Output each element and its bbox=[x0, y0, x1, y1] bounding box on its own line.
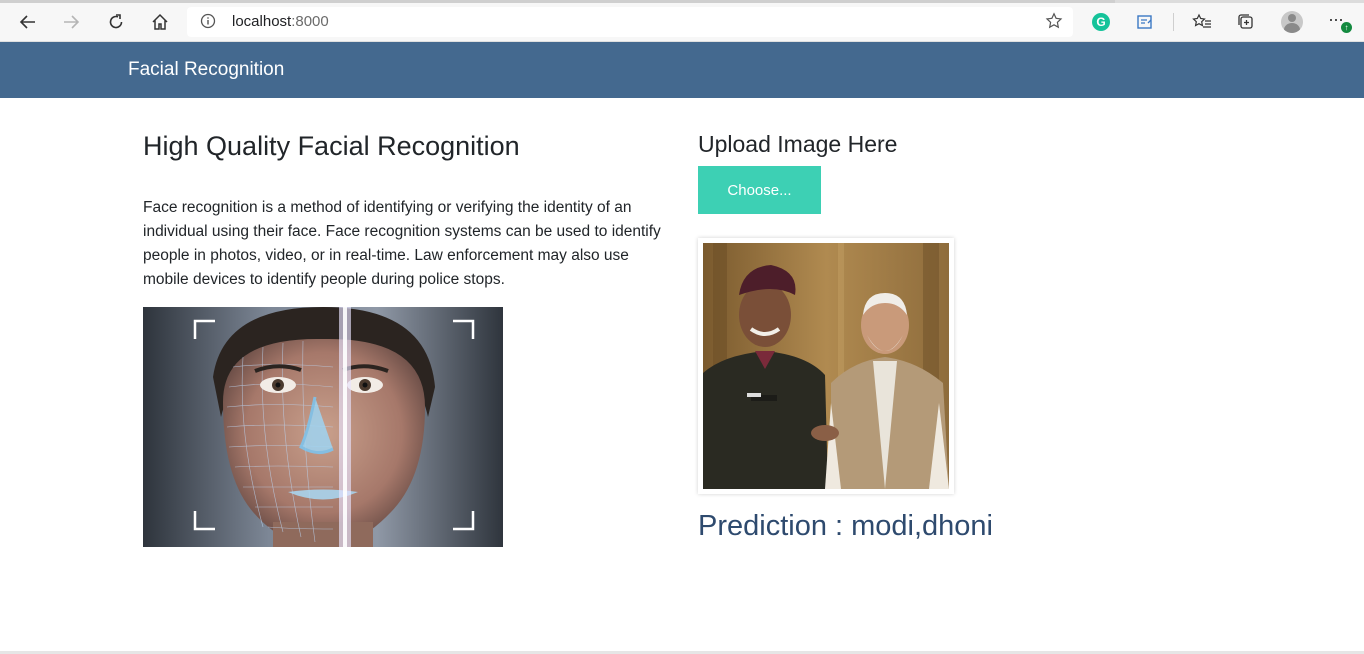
browser-toolbar: localhost:8000 G ··· ↑ bbox=[0, 0, 1364, 42]
tab-strip bbox=[0, 0, 1364, 3]
choose-file-button[interactable]: Choose... bbox=[698, 166, 821, 214]
url-host: localhost bbox=[232, 13, 292, 30]
read-aloud-icon[interactable] bbox=[1134, 11, 1156, 33]
url-port: :8000 bbox=[291, 13, 329, 30]
page-title: High Quality Facial Recognition bbox=[143, 131, 520, 161]
grammarly-icon[interactable]: G bbox=[1090, 11, 1112, 33]
forward-icon[interactable] bbox=[58, 9, 84, 35]
uploaded-photo bbox=[703, 243, 949, 489]
url-text[interactable]: localhost:8000 bbox=[232, 13, 329, 30]
info-icon[interactable] bbox=[200, 13, 216, 29]
profile-icon[interactable] bbox=[1281, 11, 1303, 33]
address-bar[interactable]: localhost:8000 bbox=[187, 7, 1073, 37]
active-tab-indicator bbox=[0, 0, 1115, 3]
update-available-icon: ↑ bbox=[1341, 22, 1352, 33]
back-icon[interactable] bbox=[15, 9, 41, 35]
face-recognition-illustration bbox=[143, 307, 503, 547]
favorites-icon[interactable] bbox=[1191, 11, 1213, 33]
uploaded-image-frame bbox=[698, 238, 954, 494]
favorite-star-icon[interactable] bbox=[1045, 12, 1063, 30]
collections-icon[interactable] bbox=[1235, 11, 1257, 33]
upload-heading: Upload Image Here bbox=[698, 131, 898, 157]
app-navbar: Facial Recognition bbox=[0, 42, 1364, 98]
prediction-result: Prediction : modi,dhoni bbox=[698, 510, 993, 542]
refresh-icon[interactable] bbox=[103, 9, 129, 35]
toolbar-separator bbox=[1173, 13, 1174, 31]
navbar-brand[interactable]: Facial Recognition bbox=[128, 59, 284, 81]
home-icon[interactable] bbox=[147, 9, 173, 35]
description-text: Face recognition is a method of identify… bbox=[143, 199, 661, 288]
